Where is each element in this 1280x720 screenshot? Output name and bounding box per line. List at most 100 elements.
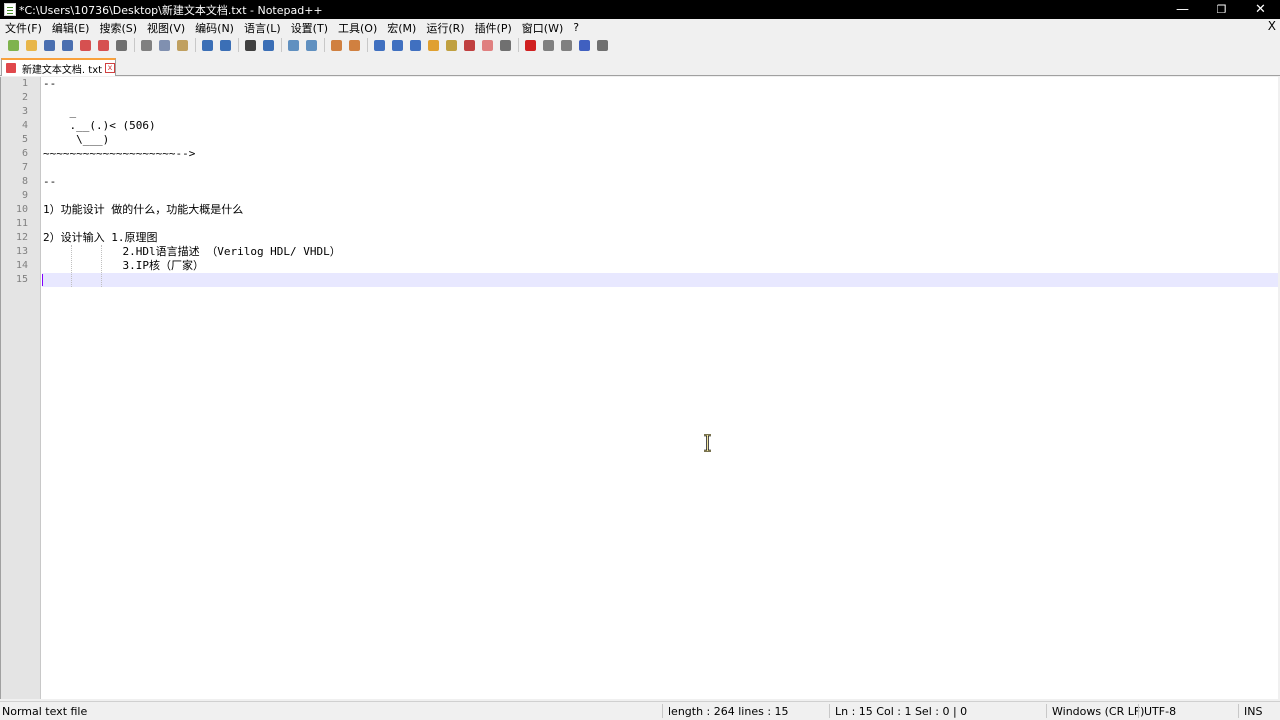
text-line: 1）功能设计 做的什么，功能大概是什么 bbox=[43, 203, 244, 216]
text-line: 2.HDl语言描述 （Verilog HDL/ VHDL） bbox=[43, 245, 341, 258]
ibeam-cursor-icon bbox=[704, 434, 711, 452]
menu-item[interactable]: ? bbox=[568, 21, 584, 34]
undo-button[interactable] bbox=[199, 37, 215, 53]
redo-button[interactable] bbox=[217, 37, 233, 53]
record-macro-icon bbox=[524, 39, 536, 51]
sync-vertical-button[interactable] bbox=[328, 37, 344, 53]
indent-guide-button[interactable] bbox=[407, 37, 423, 53]
sync-vertical-icon bbox=[330, 39, 342, 51]
folder-as-workspace-button[interactable] bbox=[479, 37, 495, 53]
save-macro-icon bbox=[596, 39, 608, 51]
status-divider bbox=[1238, 704, 1239, 718]
open-file-button[interactable] bbox=[23, 37, 39, 53]
find-button[interactable] bbox=[242, 37, 258, 53]
new-file-icon bbox=[7, 39, 19, 51]
line-number: 10 bbox=[15, 204, 28, 215]
unsaved-file-icon bbox=[6, 63, 16, 73]
line-number: 2 bbox=[21, 92, 28, 103]
tab-bar: 新建文本文档. txt x bbox=[0, 54, 1280, 76]
run-macro-multiple-icon bbox=[578, 39, 590, 51]
line-number: 11 bbox=[15, 218, 28, 229]
menu-item[interactable]: 工具(O) bbox=[333, 20, 382, 36]
cut-button[interactable] bbox=[138, 37, 154, 53]
tab-label: 新建文本文档. txt bbox=[21, 64, 103, 76]
menu-item[interactable]: 搜索(S) bbox=[94, 20, 142, 36]
playback-macro-icon bbox=[560, 39, 572, 51]
document-map-icon bbox=[445, 39, 457, 51]
zoom-out-icon bbox=[305, 39, 317, 51]
record-macro-button[interactable] bbox=[522, 37, 538, 53]
status-divider bbox=[829, 704, 830, 718]
status-position: Ln : 15 Col : 1 Sel : 0 | 0 bbox=[835, 705, 968, 718]
line-number: 12 bbox=[15, 232, 28, 243]
status-divider bbox=[1138, 704, 1139, 718]
copy-icon bbox=[158, 39, 170, 51]
paste-button[interactable] bbox=[174, 37, 190, 53]
show-all-characters-button[interactable] bbox=[389, 37, 405, 53]
zoom-in-icon bbox=[287, 39, 299, 51]
stop-recording-button[interactable] bbox=[540, 37, 556, 53]
save-button[interactable] bbox=[41, 37, 57, 53]
close-window-button[interactable]: ✕ bbox=[1241, 0, 1280, 19]
run-macro-multiple-button[interactable] bbox=[576, 37, 592, 53]
line-number: 1 bbox=[21, 78, 28, 89]
cut-icon bbox=[140, 39, 152, 51]
restore-button[interactable]: ❐ bbox=[1202, 0, 1241, 19]
close-button[interactable] bbox=[77, 37, 93, 53]
menu-item[interactable]: 设置(T) bbox=[286, 20, 333, 36]
new-file-button[interactable] bbox=[5, 37, 21, 53]
sync-horizontal-button[interactable] bbox=[346, 37, 362, 53]
toolbar-separator bbox=[367, 38, 368, 52]
status-divider bbox=[662, 704, 663, 718]
function-list-button[interactable] bbox=[461, 37, 477, 53]
redo-icon bbox=[219, 39, 231, 51]
close-all-button[interactable] bbox=[95, 37, 111, 53]
text-caret bbox=[42, 274, 43, 286]
sync-horizontal-icon bbox=[348, 39, 360, 51]
menu-item[interactable]: 编辑(E) bbox=[47, 20, 95, 36]
zoom-out-button[interactable] bbox=[303, 37, 319, 53]
menu-item[interactable]: 运行(R) bbox=[421, 20, 469, 36]
minimize-button[interactable]: — bbox=[1163, 0, 1202, 19]
save-macro-button[interactable] bbox=[594, 37, 610, 53]
toolbar-separator bbox=[324, 38, 325, 52]
line-number: 4 bbox=[21, 120, 28, 131]
status-file-type: Normal text file bbox=[2, 705, 88, 718]
print-button[interactable] bbox=[113, 37, 129, 53]
user-defined-language-button[interactable] bbox=[425, 37, 441, 53]
status-insert-mode[interactable]: INS bbox=[1244, 705, 1262, 718]
open-file-icon bbox=[25, 39, 37, 51]
tab-close-button[interactable]: x bbox=[105, 63, 115, 73]
menu-item[interactable]: 文件(F) bbox=[0, 20, 47, 36]
line-number: 14 bbox=[15, 260, 28, 271]
menu-item[interactable]: 窗口(W) bbox=[517, 20, 568, 36]
zoom-in-button[interactable] bbox=[285, 37, 301, 53]
menu-item[interactable]: 语言(L) bbox=[239, 20, 286, 36]
document-map-button[interactable] bbox=[443, 37, 459, 53]
line-number: 6 bbox=[21, 148, 28, 159]
menu-item[interactable]: 宏(M) bbox=[382, 20, 421, 36]
copy-button[interactable] bbox=[156, 37, 172, 53]
paste-icon bbox=[176, 39, 188, 51]
editor-area[interactable]: 1 2 3 4 5 6 7 8 9 10 11 12 13 14 15 -- _ .__(.)< (506)… bbox=[0, 77, 1280, 699]
line-number: 9 bbox=[21, 190, 28, 201]
menu-item[interactable]: 编码(N) bbox=[190, 20, 239, 36]
playback-macro-button[interactable] bbox=[558, 37, 574, 53]
status-eol[interactable]: Windows (CR LF) bbox=[1052, 705, 1144, 718]
save-all-button[interactable] bbox=[59, 37, 75, 53]
status-encoding[interactable]: UTF-8 bbox=[1144, 705, 1176, 718]
monitoring-button[interactable] bbox=[497, 37, 513, 53]
line-number-gutter[interactable]: 1 2 3 4 5 6 7 8 9 10 11 12 13 14 15 bbox=[1, 77, 41, 699]
menu-item[interactable]: 视图(V) bbox=[142, 20, 190, 36]
close-document-button[interactable]: X bbox=[1268, 19, 1276, 33]
replace-icon bbox=[262, 39, 274, 51]
line-number: 8 bbox=[21, 176, 28, 187]
title-bar: *C:\Users\10736\Desktop\新建文本文档.txt - Not… bbox=[0, 0, 1280, 19]
replace-button[interactable] bbox=[260, 37, 276, 53]
tab-document[interactable]: 新建文本文档. txt x bbox=[1, 58, 116, 76]
find-icon bbox=[244, 39, 256, 51]
line-number: 7 bbox=[21, 162, 28, 173]
word-wrap-button[interactable] bbox=[371, 37, 387, 53]
save-icon bbox=[43, 39, 55, 51]
menu-item[interactable]: 插件(P) bbox=[470, 20, 517, 36]
